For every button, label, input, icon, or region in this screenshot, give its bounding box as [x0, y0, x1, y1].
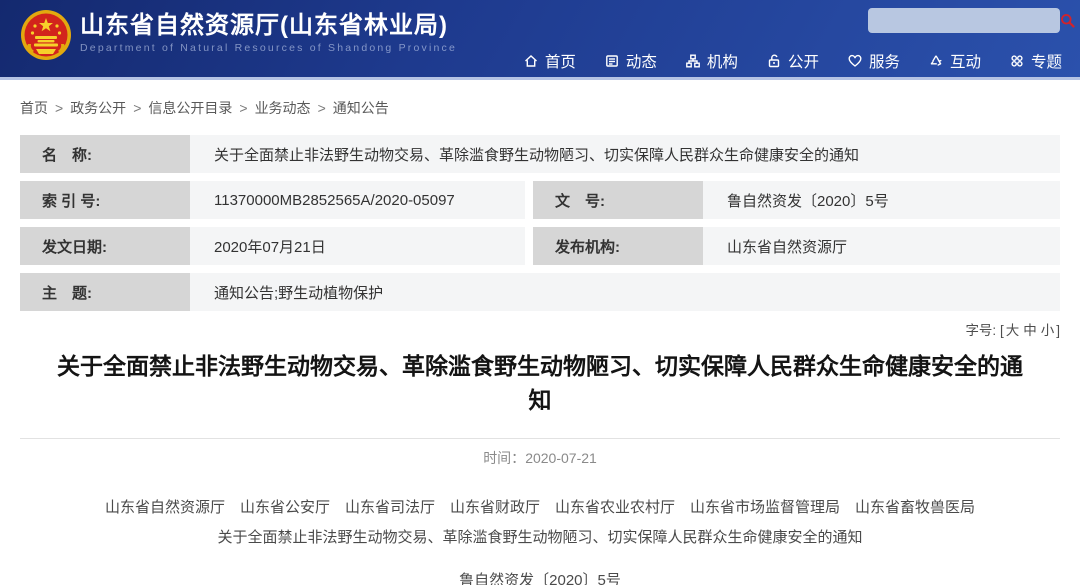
topic-label: 主 题:	[20, 273, 190, 311]
bracket-open: [	[1000, 323, 1004, 338]
issue-date-label: 发文日期:	[20, 227, 190, 265]
cell-gap	[525, 181, 533, 219]
breadcrumb-separator: >	[318, 100, 326, 116]
recycle-icon	[928, 53, 944, 69]
breadcrumb-separator: >	[239, 100, 247, 116]
font-size-bar: 字号: [大中小]	[20, 319, 1060, 339]
national-emblem-logo	[20, 9, 72, 61]
home-icon	[523, 53, 539, 69]
breadcrumb-separator: >	[133, 100, 141, 116]
brand-text: 山东省自然资源厅(山东省林业局) Department of Natural R…	[80, 9, 457, 54]
breadcrumb-business-news[interactable]: 业务动态	[255, 100, 311, 116]
nav-label: 机构	[707, 50, 738, 72]
nav-item-open[interactable]: 公开	[766, 50, 819, 72]
nav-label: 专题	[1031, 50, 1062, 72]
site-subtitle: Department of Natural Resources of Shand…	[80, 42, 457, 54]
breadcrumb-info-catalog[interactable]: 信息公开目录	[148, 100, 232, 116]
nav-label: 互动	[950, 50, 981, 72]
nav-item-news[interactable]: 动态	[604, 50, 657, 72]
nav-item-home[interactable]: 首页	[523, 50, 576, 72]
doc-number-value: 鲁自然资发〔2020〕5号	[703, 181, 1060, 219]
org-icon	[685, 53, 701, 69]
search-icon	[1060, 13, 1075, 28]
breadcrumb-notices[interactable]: 通知公告	[333, 100, 389, 116]
breadcrumb-home[interactable]: 首页	[20, 100, 48, 116]
article-title: 关于全面禁止非法野生动物交易、革除滥食野生动物陋习、切实保障人民群众生命健康安全…	[55, 349, 1025, 417]
index-number-value: 11370000MB2852565A/2020-05097	[190, 181, 525, 219]
font-size-medium[interactable]: 中	[1023, 323, 1037, 338]
search-box	[868, 8, 1060, 33]
site-title: 山东省自然资源厅(山东省林业局)	[80, 13, 457, 39]
search-input[interactable]	[868, 8, 1060, 33]
table-row: 名 称: 关于全面禁止非法野生动物交易、革除滥食野生动物陋习、切实保障人民群众生…	[20, 135, 1060, 173]
breadcrumb-gov-open[interactable]: 政务公开	[70, 100, 126, 116]
breadcrumb-separator: >	[55, 100, 63, 116]
table-row: 发文日期: 2020年07月21日 发布机构: 山东省自然资源厅	[20, 227, 1060, 265]
bracket-close: ]	[1056, 323, 1060, 338]
publish-time: 时间：2020-07-21	[0, 439, 1080, 468]
doc-number-label: 文 号:	[533, 181, 703, 219]
font-size-label: 字号:	[965, 323, 996, 338]
nav-label: 动态	[626, 50, 657, 72]
agencies-line: 山东省自然资源厅 山东省公安厅 山东省司法厅 山东省财政厅 山东省农业农村厅 山…	[0, 493, 1080, 523]
nav-item-org[interactable]: 机构	[685, 50, 738, 72]
nav-item-topics[interactable]: 专题	[1009, 50, 1062, 72]
nav-label: 首页	[545, 50, 576, 72]
font-size-large[interactable]: 大	[1006, 323, 1020, 338]
document-number-line: 鲁自然资发〔2020〕5号	[0, 569, 1080, 585]
table-row: 主 题: 通知公告;野生动植物保护	[20, 273, 1060, 311]
time-value: 2020-07-21	[525, 450, 597, 466]
publisher-value: 山东省自然资源厅	[703, 227, 1060, 265]
nav-label: 服务	[869, 50, 900, 72]
heart-icon	[847, 53, 863, 69]
index-number-label: 索 引 号:	[20, 181, 190, 219]
table-row: 索 引 号: 11370000MB2852565A/2020-05097 文 号…	[20, 181, 1060, 219]
time-label: 时间：	[483, 450, 525, 466]
article-body: 山东省自然资源厅 山东省公安厅 山东省司法厅 山东省财政厅 山东省农业农村厅 山…	[0, 493, 1080, 553]
subject-line: 关于全面禁止非法野生动物交易、革除滥食野生动物陋习、切实保障人民群众生命健康安全…	[0, 523, 1080, 553]
grid-dots-icon	[1009, 53, 1025, 69]
name-label: 名 称:	[20, 135, 190, 173]
issue-date-value: 2020年07月21日	[190, 227, 525, 265]
font-size-small[interactable]: 小	[1041, 323, 1055, 338]
site-header: 山东省自然资源厅(山东省林业局) Department of Natural R…	[0, 0, 1080, 80]
name-value: 关于全面禁止非法野生动物交易、革除滥食野生动物陋习、切实保障人民群众生命健康安全…	[190, 135, 1060, 173]
nav-label: 公开	[788, 50, 819, 72]
news-icon	[604, 53, 620, 69]
site-brand: 山东省自然资源厅(山东省林业局) Department of Natural R…	[20, 9, 457, 61]
main-nav: 首页 动态 机构 公开 服务	[523, 50, 1062, 72]
publisher-label: 发布机构:	[533, 227, 703, 265]
cell-gap	[525, 227, 533, 265]
topic-value: 通知公告;野生动植物保护	[190, 273, 1060, 311]
document-info-table: 名 称: 关于全面禁止非法野生动物交易、革除滥食野生动物陋习、切实保障人民群众生…	[20, 135, 1060, 311]
nav-item-interact[interactable]: 互动	[928, 50, 981, 72]
nav-item-service[interactable]: 服务	[847, 50, 900, 72]
search-button[interactable]	[1060, 8, 1080, 33]
breadcrumb: 首页 > 政务公开 > 信息公开目录 > 业务动态 > 通知公告	[0, 80, 1080, 135]
unlock-icon	[766, 53, 782, 69]
